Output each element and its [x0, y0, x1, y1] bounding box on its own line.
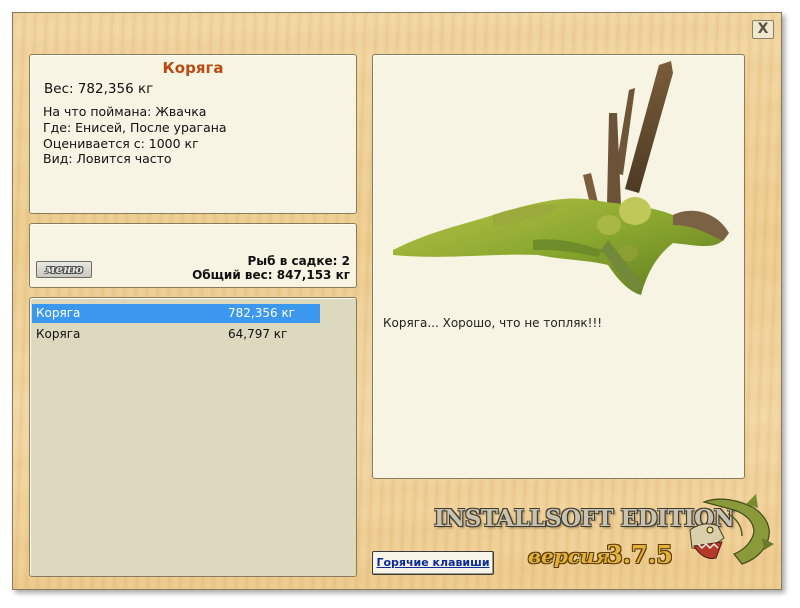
list-item[interactable]: Коряга 64,797 кг [32, 325, 320, 344]
fish-count: Рыб в садке: 2 [247, 254, 351, 268]
pike-fish-logo [689, 494, 774, 565]
catch-description: Коряга... Хорошо, что не топляк!!! [383, 316, 603, 330]
menu-button[interactable]: меню [36, 261, 92, 278]
bait-line: На что поймана: Жвачка [43, 104, 207, 119]
species-line: Вид: Ловится часто [43, 151, 172, 166]
driftwood-snag-image [393, 61, 729, 295]
list-item-name: Коряга [36, 327, 81, 341]
list-item-name: Коряга [36, 306, 81, 320]
preview-panel: Коряга... Хорошо, что не топляк!!! [372, 54, 745, 479]
catch-title: Коряга [162, 59, 224, 77]
version-number: 3.7.5 [606, 540, 673, 569]
close-button[interactable]: X [752, 20, 774, 39]
list-item[interactable]: Коряга 782,356 кг [32, 304, 320, 323]
location-line: Где: Енисей, После урагана [43, 120, 227, 135]
keepnet-summary-panel: меню Рыб в садке: 2 Общий вес: 847,153 к… [29, 223, 357, 288]
rating-line: Оценивается с: 1000 кг [43, 136, 199, 151]
catch-info-panel: Коряга Вес: 782,356 кг На что поймана: Ж… [29, 54, 357, 214]
hotkeys-button[interactable]: Горячие клавиши [372, 551, 494, 575]
catch-list[interactable]: Коряга 782,356 кг Коряга 64,797 кг [29, 297, 357, 577]
list-item-weight: 782,356 кг [228, 306, 295, 320]
list-item-weight: 64,797 кг [228, 327, 288, 341]
catch-weight: Вес: 782,356 кг [44, 81, 154, 97]
total-weight: Общий вес: 847,153 кг [192, 268, 350, 282]
version-label: версия [528, 544, 611, 568]
